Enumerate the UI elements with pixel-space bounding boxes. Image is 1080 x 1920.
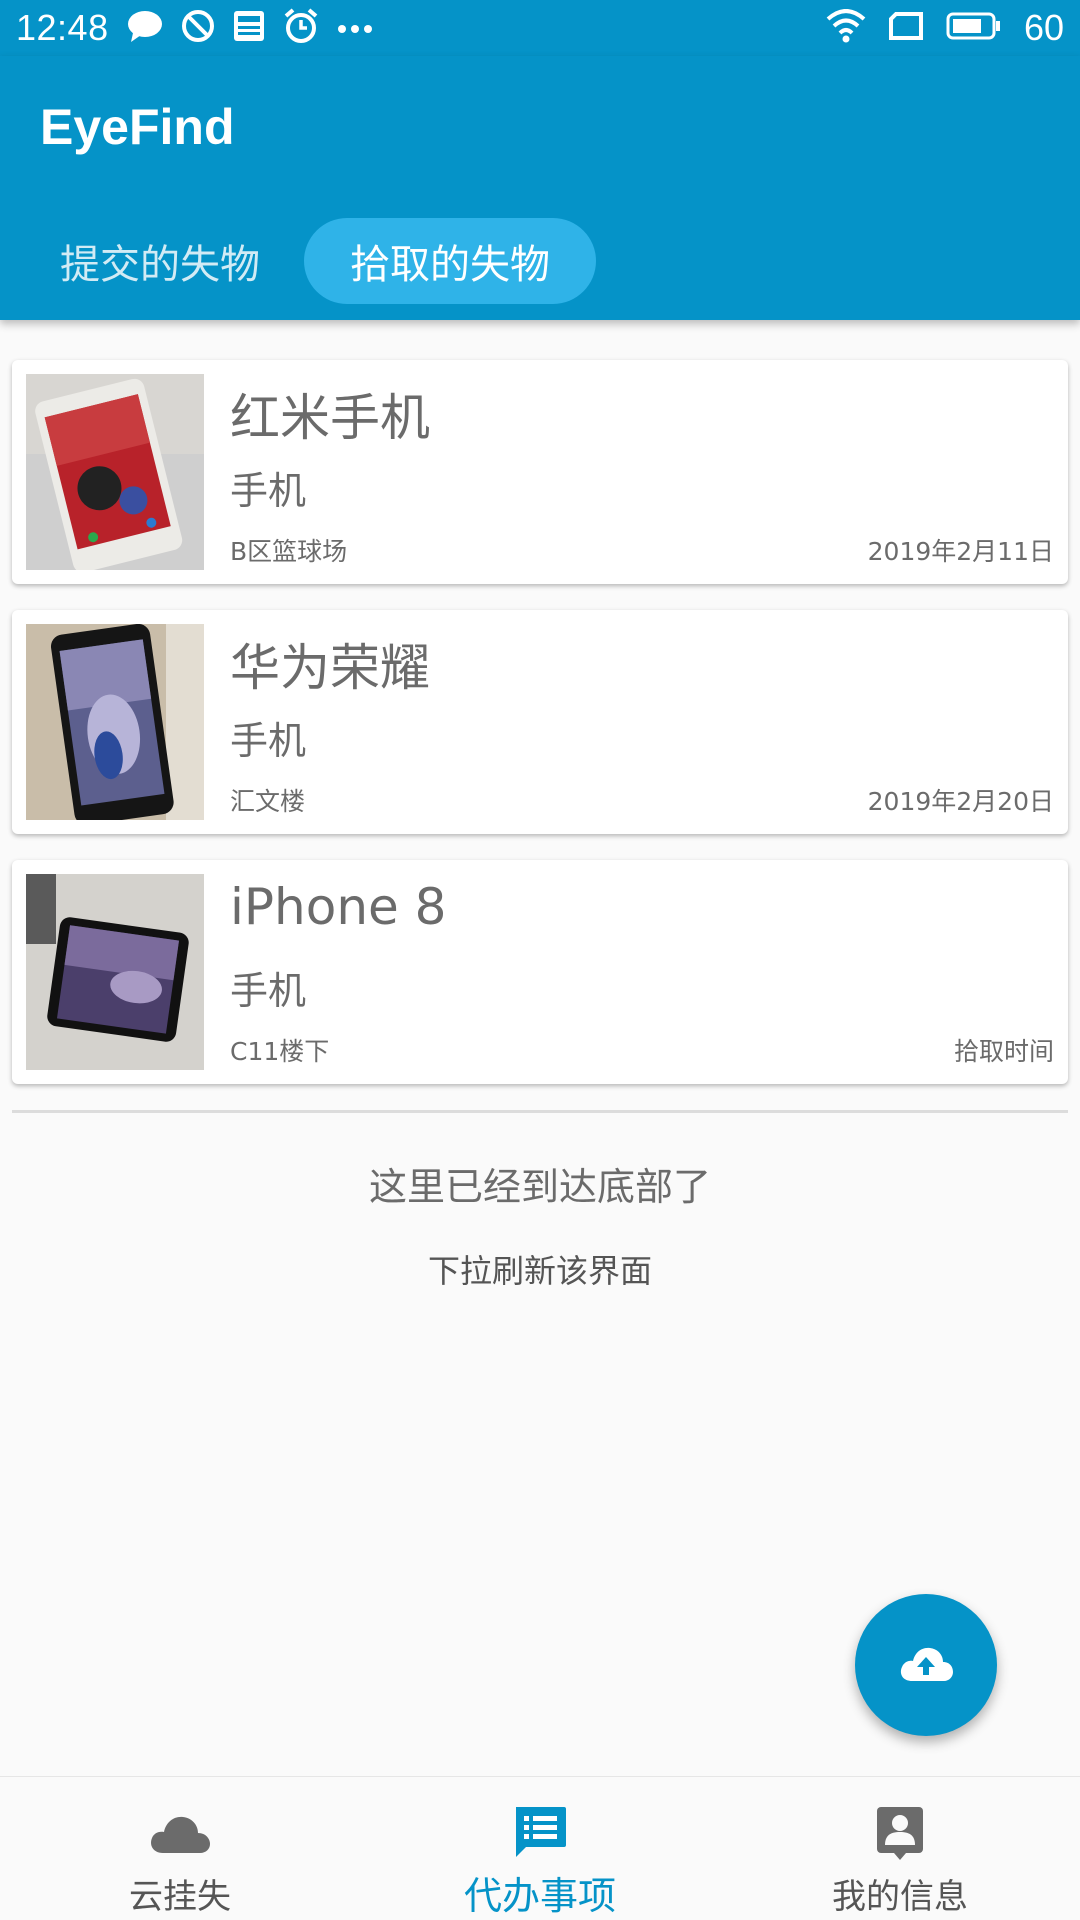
list-end-text: 这里已经到达底部了	[368, 1165, 711, 1209]
profile-icon	[875, 1801, 925, 1865]
item-photo	[26, 374, 204, 570]
item-category: 手机	[230, 969, 307, 1013]
app-title: EyeFind	[40, 99, 235, 155]
item-date: 2019年2月11日	[867, 537, 1054, 566]
tab-picked-items[interactable]: 拾取的失物	[304, 218, 596, 304]
battery-level: 60	[1023, 7, 1064, 48]
battery-icon	[946, 11, 1002, 45]
list-item[interactable]: iPhone 8 手机 C11楼下 拾取时间	[12, 860, 1068, 1084]
tab-submitted-items[interactable]: 提交的失物	[40, 218, 280, 304]
nav-label: 云挂失	[129, 1877, 231, 1917]
item-location: 汇文楼	[230, 787, 306, 816]
item-title: 华为荣耀	[230, 639, 430, 697]
sim-icon	[888, 11, 924, 45]
item-category: 手机	[230, 719, 307, 763]
status-bar: 12:48 60	[0, 0, 1080, 56]
todo-list-icon	[512, 1801, 568, 1865]
message-icon	[127, 9, 163, 47]
item-category: 手机	[230, 469, 307, 513]
alarm-icon	[283, 8, 319, 48]
nav-label: 代办事项	[463, 1874, 616, 1918]
item-photo	[26, 874, 204, 1070]
nav-item-todo[interactable]: 代办事项	[360, 1777, 720, 1920]
bottom-navigation: 云挂失 代办事项 我的信息	[0, 1776, 1080, 1920]
item-date: 拾取时间	[953, 1037, 1054, 1066]
list-item[interactable]: 红米手机 手机 B区篮球场 2019年2月11日	[12, 360, 1068, 584]
more-icon	[337, 19, 373, 38]
cloud-upload-icon	[898, 1643, 954, 1687]
lost-item-list: 红米手机 手机 B区篮球场 2019年2月11日 华为荣耀 手机 汇文楼 201…	[12, 360, 1068, 1110]
item-title: iPhone 8	[230, 878, 447, 936]
item-location: C11楼下	[230, 1037, 330, 1066]
news-icon	[233, 10, 265, 46]
item-title: 红米手机	[230, 389, 430, 447]
nav-label: 我的信息	[832, 1877, 968, 1917]
cloud-icon	[148, 1801, 212, 1865]
nav-item-cloud-report[interactable]: 云挂失	[0, 1777, 360, 1920]
item-location: B区篮球场	[230, 537, 348, 566]
pull-to-refresh-hint: 下拉刷新该界面	[427, 1252, 652, 1290]
list-item[interactable]: 华为荣耀 手机 汇文楼 2019年2月20日	[12, 610, 1068, 834]
wifi-icon	[826, 9, 866, 47]
do-not-disturb-icon	[181, 9, 215, 47]
upload-fab-button[interactable]	[855, 1594, 997, 1736]
app-bar: EyeFind 提交的失物 拾取的失物	[0, 56, 1080, 320]
list-divider	[12, 1110, 1068, 1113]
nav-item-my-info[interactable]: 我的信息	[720, 1777, 1080, 1920]
item-date: 2019年2月20日	[867, 787, 1054, 816]
item-photo	[26, 624, 204, 820]
status-time: 12:48	[16, 7, 109, 48]
